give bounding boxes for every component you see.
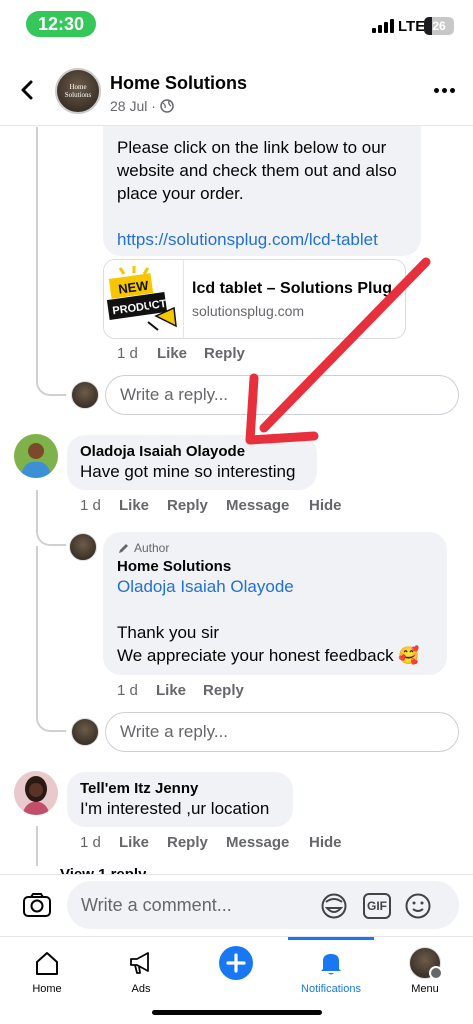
tab-menu[interactable]: Menu bbox=[385, 943, 465, 995]
comment-author[interactable]: Tell'em Itz Jenny bbox=[80, 780, 280, 797]
post-date: 28 Jul · bbox=[110, 98, 156, 114]
comment-placeholder: Write a comment... bbox=[81, 895, 232, 915]
gif-label: GIF bbox=[367, 899, 387, 913]
home-indicator bbox=[152, 1010, 322, 1015]
pencil-icon bbox=[119, 543, 128, 553]
mention-link[interactable]: Oladoja Isaiah Olayode bbox=[117, 575, 433, 598]
author-reply-line1: Thank you sir bbox=[117, 623, 220, 642]
comment-age: 1 d bbox=[80, 497, 101, 514]
like-button[interactable]: Like bbox=[119, 834, 167, 851]
message-button[interactable]: Message bbox=[226, 834, 309, 851]
new-product-badge-icon: NEW PRODUCT bbox=[106, 266, 177, 331]
reply-avatar bbox=[71, 718, 99, 746]
thread-line bbox=[36, 127, 38, 372]
thread-line bbox=[36, 546, 38, 708]
author-reply-bubble: Author Home Solutions Oladoja Isaiah Ola… bbox=[103, 532, 447, 675]
status-bar: 12:30 LTE 26 bbox=[0, 0, 473, 50]
tab-ads[interactable]: Ads bbox=[101, 943, 181, 995]
tab-label: Menu bbox=[411, 983, 439, 995]
emoji-icon[interactable] bbox=[404, 892, 432, 920]
active-tab-indicator bbox=[288, 937, 374, 940]
reply-button[interactable]: Reply bbox=[167, 834, 226, 851]
avatar-logo-text: Home Solutions bbox=[64, 83, 92, 99]
comment-text: Have got mine so interesting bbox=[80, 462, 296, 481]
avatar-menu-icon bbox=[409, 947, 443, 980]
comment-actions: 1 d Like Reply Message Hide bbox=[80, 834, 342, 851]
tab-label: Notifications bbox=[301, 983, 361, 995]
tab-label: Home bbox=[32, 983, 62, 995]
reply-button[interactable]: Reply bbox=[167, 497, 226, 514]
comment-age: 1 d bbox=[80, 834, 101, 851]
message-button[interactable]: Message bbox=[226, 497, 309, 514]
hide-button[interactable]: Hide bbox=[309, 497, 342, 514]
more-options-icon[interactable] bbox=[434, 88, 455, 93]
author-name[interactable]: Home Solutions bbox=[117, 558, 433, 575]
reply-placeholder: Write a reply... bbox=[120, 385, 229, 404]
signal-icon bbox=[372, 19, 394, 33]
author-reply-actions: 1 d Like Reply bbox=[117, 682, 244, 699]
reply-input[interactable]: Write a reply... bbox=[105, 712, 459, 752]
product-link[interactable]: https://solutionsplug.com/lcd-tablet bbox=[117, 228, 407, 251]
reply-bubble: Please click on the link below to our we… bbox=[103, 126, 421, 256]
thread-connector bbox=[36, 706, 66, 732]
tab-label: Ads bbox=[131, 983, 151, 995]
like-button[interactable]: Like bbox=[119, 497, 167, 514]
bell-icon bbox=[321, 954, 341, 975]
commenter-avatar[interactable] bbox=[14, 434, 58, 478]
camera-icon[interactable] bbox=[22, 892, 52, 918]
back-arrow-icon[interactable] bbox=[16, 78, 40, 102]
plus-icon bbox=[219, 946, 253, 980]
tab-notifications[interactable]: Notifications bbox=[291, 943, 371, 995]
thread-line bbox=[36, 826, 38, 866]
home-icon bbox=[36, 952, 58, 975]
post-header: Home Solutions Home Solutions 28 Jul · bbox=[0, 60, 473, 126]
reply-age: 1 d bbox=[117, 345, 138, 362]
thread-line bbox=[36, 490, 38, 510]
tab-create[interactable] bbox=[196, 943, 276, 983]
reply-button[interactable]: Reply bbox=[203, 682, 244, 699]
network-label: LTE bbox=[398, 18, 426, 35]
battery-icon: 26 bbox=[424, 17, 454, 35]
hide-button[interactable]: Hide bbox=[309, 834, 342, 851]
page-title[interactable]: Home Solutions bbox=[110, 73, 247, 94]
gif-button[interactable]: GIF bbox=[363, 893, 391, 919]
status-time: 12:30 bbox=[26, 11, 96, 37]
comment-composer: Write a comment... GIF bbox=[0, 874, 473, 936]
reply-avatar bbox=[71, 381, 99, 409]
battery-level: 26 bbox=[432, 19, 446, 33]
globe-icon bbox=[160, 99, 174, 113]
author-badge: Author bbox=[117, 541, 433, 555]
comment-actions: 1 d Like Reply Message Hide bbox=[80, 497, 342, 514]
view-replies-link[interactable]: View 1 reply bbox=[60, 866, 146, 874]
like-button[interactable]: Like bbox=[156, 682, 203, 699]
author-badge-label: Author bbox=[134, 541, 170, 555]
comment-input[interactable]: Write a comment... bbox=[67, 881, 459, 929]
author-reply-line2: We appreciate your honest feedback 🥰 bbox=[117, 646, 420, 665]
comment-bubble: Tell'em Itz Jenny I'm interested ,ur loc… bbox=[67, 772, 293, 827]
thread-connector bbox=[36, 370, 66, 396]
post-meta: 28 Jul · bbox=[110, 98, 174, 114]
like-button[interactable]: Like bbox=[157, 345, 204, 362]
reply-placeholder: Write a reply... bbox=[120, 722, 229, 741]
product-thumbnail: NEW PRODUCT bbox=[104, 260, 184, 338]
tab-home[interactable]: Home bbox=[7, 943, 87, 995]
comment-text: I'm interested ,ur location bbox=[80, 799, 270, 818]
user-photo-icon bbox=[14, 771, 58, 815]
page-avatar[interactable]: Home Solutions bbox=[55, 68, 101, 114]
reply-age: 1 d bbox=[117, 682, 138, 699]
megaphone-icon bbox=[130, 952, 149, 974]
user-photo-icon bbox=[14, 434, 58, 478]
reply-text: Please click on the link below to our we… bbox=[117, 138, 397, 203]
thread-connector bbox=[36, 510, 66, 546]
red-arrow-annotation bbox=[245, 257, 431, 445]
commenter-avatar[interactable] bbox=[14, 771, 58, 815]
avatar-sticker-icon[interactable] bbox=[320, 892, 348, 920]
reply-actions: 1 d Like Reply bbox=[117, 345, 245, 362]
author-avatar[interactable] bbox=[69, 533, 97, 561]
